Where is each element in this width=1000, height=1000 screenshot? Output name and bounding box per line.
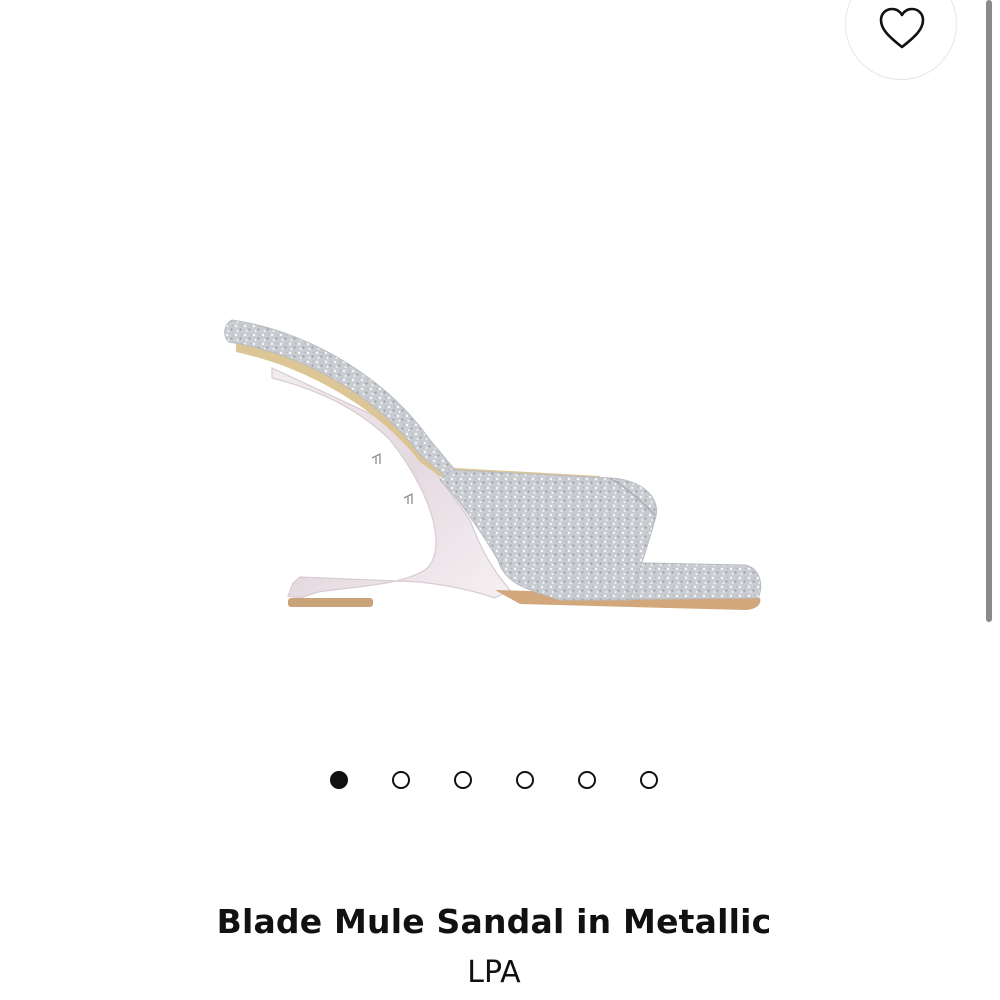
carousel-dot-6[interactable] bbox=[640, 771, 658, 789]
product-page: Blade Mule Sandal in Metallic LPA bbox=[0, 0, 1000, 1000]
carousel-dot-5[interactable] bbox=[578, 771, 596, 789]
favorite-button[interactable] bbox=[845, 0, 957, 80]
carousel-dot-4[interactable] bbox=[516, 771, 534, 789]
image-carousel-dots bbox=[0, 768, 1000, 796]
heart-outline-icon bbox=[879, 7, 925, 49]
carousel-dot-1[interactable] bbox=[330, 771, 348, 789]
product-image bbox=[224, 319, 762, 610]
scrollbar[interactable] bbox=[986, 0, 992, 622]
product-brand[interactable]: LPA bbox=[0, 955, 988, 990]
carousel-dot-2[interactable] bbox=[392, 771, 410, 789]
product-title: Blade Mule Sandal in Metallic bbox=[216, 902, 772, 941]
carousel-dot-3[interactable] bbox=[454, 771, 472, 789]
